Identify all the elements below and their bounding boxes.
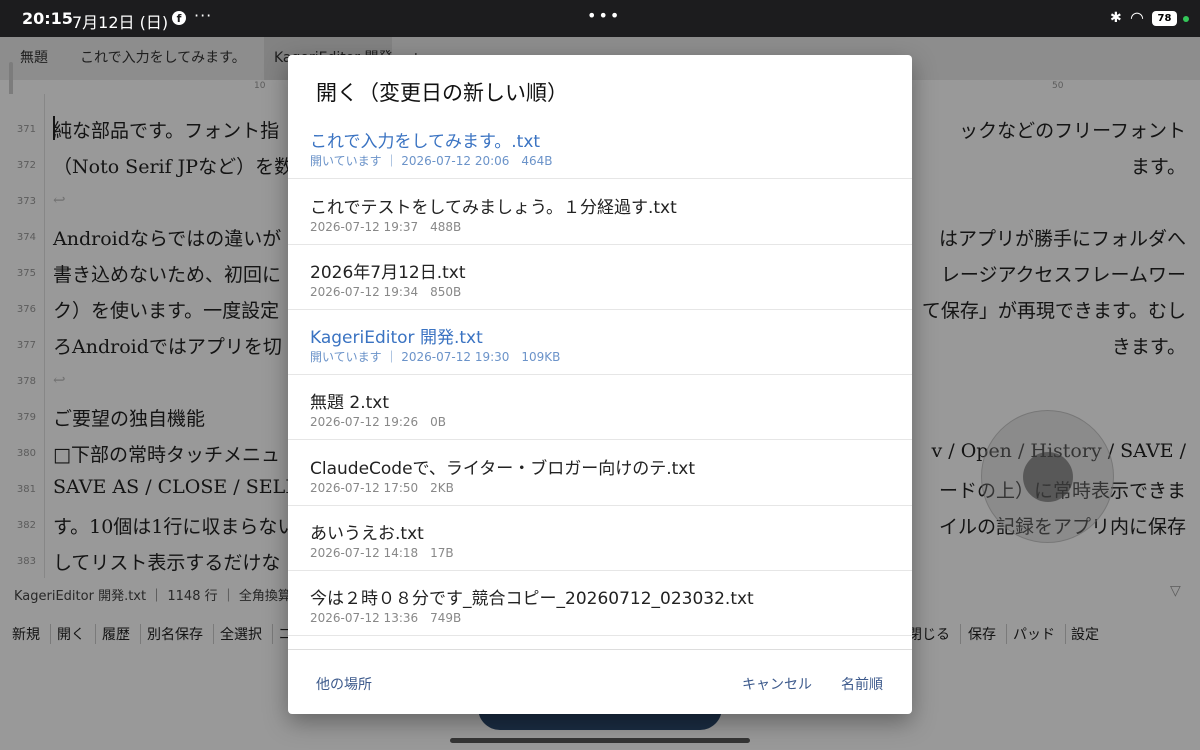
file-item[interactable]: 今は２時０８分です_競合コピー_20260712_023032.txt 2026…: [288, 571, 912, 636]
other-location-button[interactable]: 他の場所: [316, 674, 372, 694]
file-item-open[interactable]: KageriEditor 開発.txt 開いています ｜ 2026-07-12 …: [288, 310, 912, 375]
file-meta: 2026-07-12 13:36 749B: [310, 611, 462, 625]
file-item[interactable]: 無題 2.txt 2026-07-12 19:26 0B: [288, 375, 912, 440]
file-meta: 2026-07-12 19:37 488B: [310, 220, 462, 234]
file-item[interactable]: ClaudeCodeで、ライター・ブロガー向けのテ.txt 2026-07-12…: [288, 441, 912, 506]
multitask-dots-icon[interactable]: •••: [587, 6, 621, 25]
file-name: これでテストをしてみましょう。１分経過す.txt: [310, 198, 677, 218]
file-meta: 開いています ｜ 2026-07-12 19:30 109KB: [310, 350, 561, 364]
file-meta: 2026-07-12 14:18 17B: [310, 546, 454, 560]
open-file-dialog: 開く（変更日の新しい順） これで入力をしてみます。.txt 開いています ｜ 2…: [288, 55, 912, 714]
facebook-icon: f: [172, 11, 186, 25]
wifi-icon: ◠: [1130, 8, 1144, 27]
status-time: 20:15: [22, 9, 73, 28]
cancel-button[interactable]: キャンセル: [742, 674, 812, 694]
file-name: 無題 2.txt: [310, 393, 390, 413]
bluetooth-icon: ✱: [1110, 10, 1122, 26]
system-status-bar: 20:15 7月12日 (日) f ··· ••• ✱ ◠ 78: [0, 0, 1200, 37]
file-list[interactable]: これで入力をしてみます。.txt 開いています ｜ 2026-07-12 20:…: [288, 114, 912, 705]
file-meta: 2026-07-12 19:34 850B: [310, 285, 462, 299]
status-date: 7月12日 (日): [72, 13, 169, 32]
file-name: これで入力をしてみます。.txt: [310, 132, 541, 152]
file-meta: 2026-07-12 19:26 0B: [310, 415, 447, 429]
file-meta: 開いています ｜ 2026-07-12 20:06 464B: [310, 154, 553, 168]
file-item[interactable]: 2026年7月12日.txt 2026-07-12 19:34 850B: [288, 245, 912, 310]
file-item[interactable]: あいうえお.txt 2026-07-12 14:18 17B: [288, 506, 912, 571]
status-more-indicator: ···: [194, 6, 213, 25]
dialog-title: 開く（変更日の新しい順）: [316, 81, 568, 105]
file-name: 2026年7月12日.txt: [310, 263, 466, 283]
home-indicator[interactable]: [450, 738, 750, 743]
file-meta: 2026-07-12 17:50 2KB: [310, 481, 454, 495]
file-item-open[interactable]: これで入力をしてみます。.txt 開いています ｜ 2026-07-12 20:…: [288, 114, 912, 179]
charging-dot-icon: [1183, 16, 1189, 22]
battery-icon: 78: [1152, 11, 1177, 26]
dialog-divider: [288, 649, 912, 650]
file-name: KageriEditor 開発.txt: [310, 328, 483, 348]
file-name: 今は２時０８分です_競合コピー_20260712_023032.txt: [310, 589, 754, 609]
file-name: ClaudeCodeで、ライター・ブロガー向けのテ.txt: [310, 459, 695, 479]
file-item[interactable]: これでテストをしてみましょう。１分経過す.txt 2026-07-12 19:3…: [288, 180, 912, 245]
file-name: あいうえお.txt: [310, 524, 424, 544]
sort-by-name-button[interactable]: 名前順: [841, 674, 883, 694]
